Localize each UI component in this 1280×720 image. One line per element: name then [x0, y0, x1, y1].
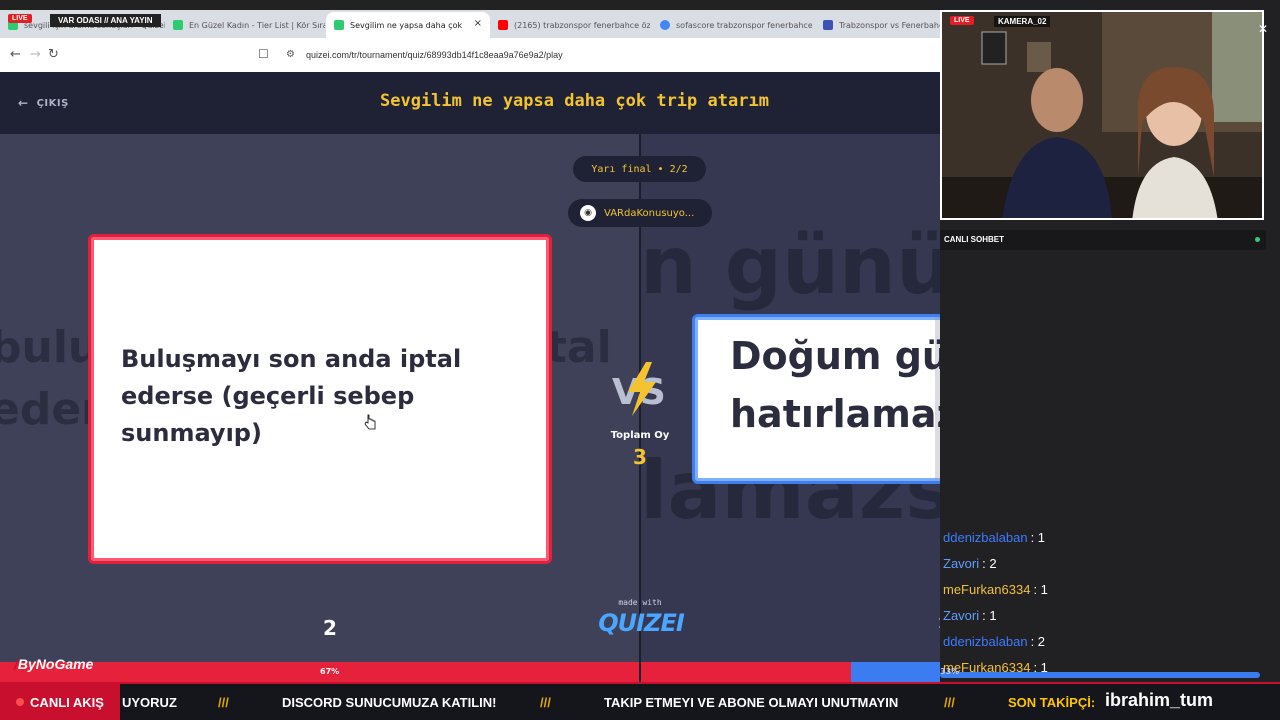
chat-header: CANLI SOHBET — [940, 230, 1266, 250]
live-dot-icon — [16, 698, 25, 706]
chat-text: : 1 — [1033, 581, 1048, 597]
online-dot-icon — [1255, 237, 1260, 242]
round-indicator: Yarı final • 2/2 — [573, 156, 706, 182]
tab-label: En Güzel Kadın - Tier List | Kör Sırala — [189, 20, 325, 30]
screen: { "stream_overlay": { "live_badge": "LIV… — [0, 0, 1280, 720]
live-feed-badge: CANLI AKIŞ — [0, 684, 120, 720]
address-bar: ← → ↻ ☐ ⚙ quizei.com/tr/tournament/quiz/… — [0, 38, 940, 72]
chat-message: meFurkan6334: 1 — [943, 576, 1263, 602]
ticker-message: DISCORD SUNUCUMUZA KATILIN! — [282, 695, 497, 710]
player-badge: ◉ VARdaKonusuyo... — [568, 199, 712, 227]
progress-center-marker — [639, 662, 641, 682]
option-card-left[interactable]: Buluşmayı son anda iptal ederse (geçerli… — [88, 234, 552, 564]
tab-label: sofascore trabzonspor fenerbahce - — [676, 20, 812, 30]
exit-button[interactable]: ← ÇIKIŞ — [18, 96, 69, 110]
brand-name: ByNoGame — [17, 656, 94, 672]
chat-username[interactable]: meFurkan6334 — [943, 582, 1030, 597]
close-tab-icon[interactable]: × — [474, 18, 482, 29]
tab-favicon-icon — [173, 20, 183, 30]
chat-username[interactable]: Zavori — [943, 608, 979, 623]
made-with-label: made with — [618, 598, 662, 607]
chat-message: ddenizbalaban: 2 — [943, 628, 1263, 654]
tab-favicon-icon — [823, 20, 833, 30]
chat-text: : 1 — [982, 607, 997, 623]
browser-tab[interactable]: En Güzel Kadın - Tier List | Kör Sırala — [165, 12, 325, 38]
player-name: VARdaKonusuyo... — [604, 207, 695, 219]
live-feed-label: CANLI AKIŞ — [30, 694, 104, 710]
chat-username[interactable]: ddenizbalaban — [943, 634, 1028, 649]
left-percent-fill — [0, 662, 851, 682]
chat-scroll-indicator — [940, 672, 1260, 678]
ticker-separator: /// — [944, 695, 955, 710]
chat-list: ddenizbalaban: 1 Zavori: 2 meFurkan6334: 1… — [943, 524, 1263, 680]
tab-label: (2165) trabzonspor fenerbahce özet — [514, 20, 650, 30]
camera-label: KAMERA_02 — [994, 16, 1051, 27]
live-badge: LIVE — [8, 14, 32, 23]
browser-tab-active[interactable]: Sevgilim ne yapsa daha çok trip × — [326, 12, 490, 38]
vote-progress-bar: 67% — [0, 662, 940, 682]
stream-title-banner: VAR ODASI // ANA YAYIN — [50, 14, 161, 27]
browser-tab[interactable]: (2165) trabzonspor fenerbahce özet — [490, 12, 650, 38]
last-follower-label: SON TAKİPÇİ: — [1008, 695, 1096, 710]
stream-side-panel: LIVE KAMERA_02 ✕ CANLI SOHBET ddenizbala… — [940, 0, 1280, 682]
browser-tab[interactable]: sofascore trabzonspor fenerbahce - — [652, 12, 812, 38]
close-icon[interactable]: ✕ — [1258, 22, 1268, 36]
site-info-icon[interactable]: ⚙ — [286, 49, 295, 60]
background-option-text: n günümü — [640, 219, 940, 312]
chat-message: Zavori: 1 — [943, 602, 1263, 628]
bookmark-icon[interactable]: ☐ — [258, 47, 269, 61]
option-text-right: Doğum günümü hatırlamazsa — [730, 334, 940, 436]
tab-favicon-icon — [334, 20, 344, 30]
quiz-title: Sevgilim ne yapsa daha çok trip atarım — [380, 91, 769, 111]
back-arrow-icon[interactable]: ← — [10, 47, 21, 62]
chat-text: : 2 — [982, 555, 997, 571]
ticker-separator: /// — [540, 695, 551, 710]
news-ticker: CANLI AKIŞ UYORUZ /// DISCORD SUNUCUMUZA… — [0, 682, 1280, 720]
ticker-message: TAKIP ETMEYI VE ABONE OLMAYI UNUTMAYIN — [604, 695, 899, 710]
tab-label: Trabzonspor vs Fenerbahçe li — [839, 20, 940, 30]
chat-username[interactable]: ddenizbalaban — [943, 530, 1028, 545]
exit-label: ÇIKIŞ — [36, 97, 69, 109]
chat-title: CANLI SOHBET — [944, 235, 1004, 244]
chat-message: ddenizbalaban: 1 — [943, 524, 1263, 550]
left-percent-label: 67% — [320, 667, 340, 676]
ticker-message: UYORUZ — [122, 695, 177, 710]
browser-tab[interactable]: Trabzonspor vs Fenerbahçe li — [815, 12, 940, 38]
vs-lightning-icon: VS — [612, 362, 666, 416]
camera-live-badge: LIVE — [950, 16, 974, 25]
avatar: ◉ — [580, 205, 596, 221]
tab-label: Sevgilim ne yapsa daha çok trip — [350, 20, 462, 30]
quizei-logo[interactable]: QUIZEI — [598, 609, 685, 637]
url-text[interactable]: quizei.com/tr/tournament/quiz/68993db14f… — [306, 50, 563, 60]
stream-top-strip — [0, 0, 940, 10]
mouse-hand-cursor-icon — [364, 414, 376, 430]
option-card-right[interactable]: Doğum günümü hatırlamazsa — [692, 314, 940, 484]
google-favicon-icon — [660, 20, 670, 30]
quiz-stage: buluşmayı son anda iptal ederse (geçerli… — [0, 134, 940, 664]
last-follower-name: ibrahim_tum — [1105, 690, 1214, 710]
webcam-image — [942, 12, 1262, 218]
reload-icon[interactable]: ↻ — [48, 47, 59, 62]
ticker-separator: /// — [218, 695, 229, 710]
chat-text: : 1 — [1030, 529, 1046, 545]
chat-message: Zavori: 2 — [943, 550, 1263, 576]
option-text-left: Buluşmayı son anda iptal ederse (geçerli… — [121, 345, 462, 447]
total-votes-label: Toplam Oy — [610, 430, 670, 441]
quiz-header: ← ÇIKIŞ Sevgilim ne yapsa daha çok trip … — [0, 72, 940, 134]
channel-brand: /ByNoGame — [14, 656, 93, 672]
arrow-left-icon: ← — [18, 96, 29, 110]
total-votes-value: 3 — [633, 445, 647, 469]
chat-text: : 2 — [1030, 633, 1046, 649]
left-vote-count: 2 — [323, 616, 337, 640]
right-percent-label: 33% — [940, 667, 960, 676]
youtube-favicon-icon — [498, 20, 508, 30]
webcam-feed: LIVE KAMERA_02 — [940, 10, 1264, 220]
chat-username[interactable]: Zavori — [943, 556, 979, 571]
forward-arrow-icon[interactable]: → — [30, 47, 41, 62]
